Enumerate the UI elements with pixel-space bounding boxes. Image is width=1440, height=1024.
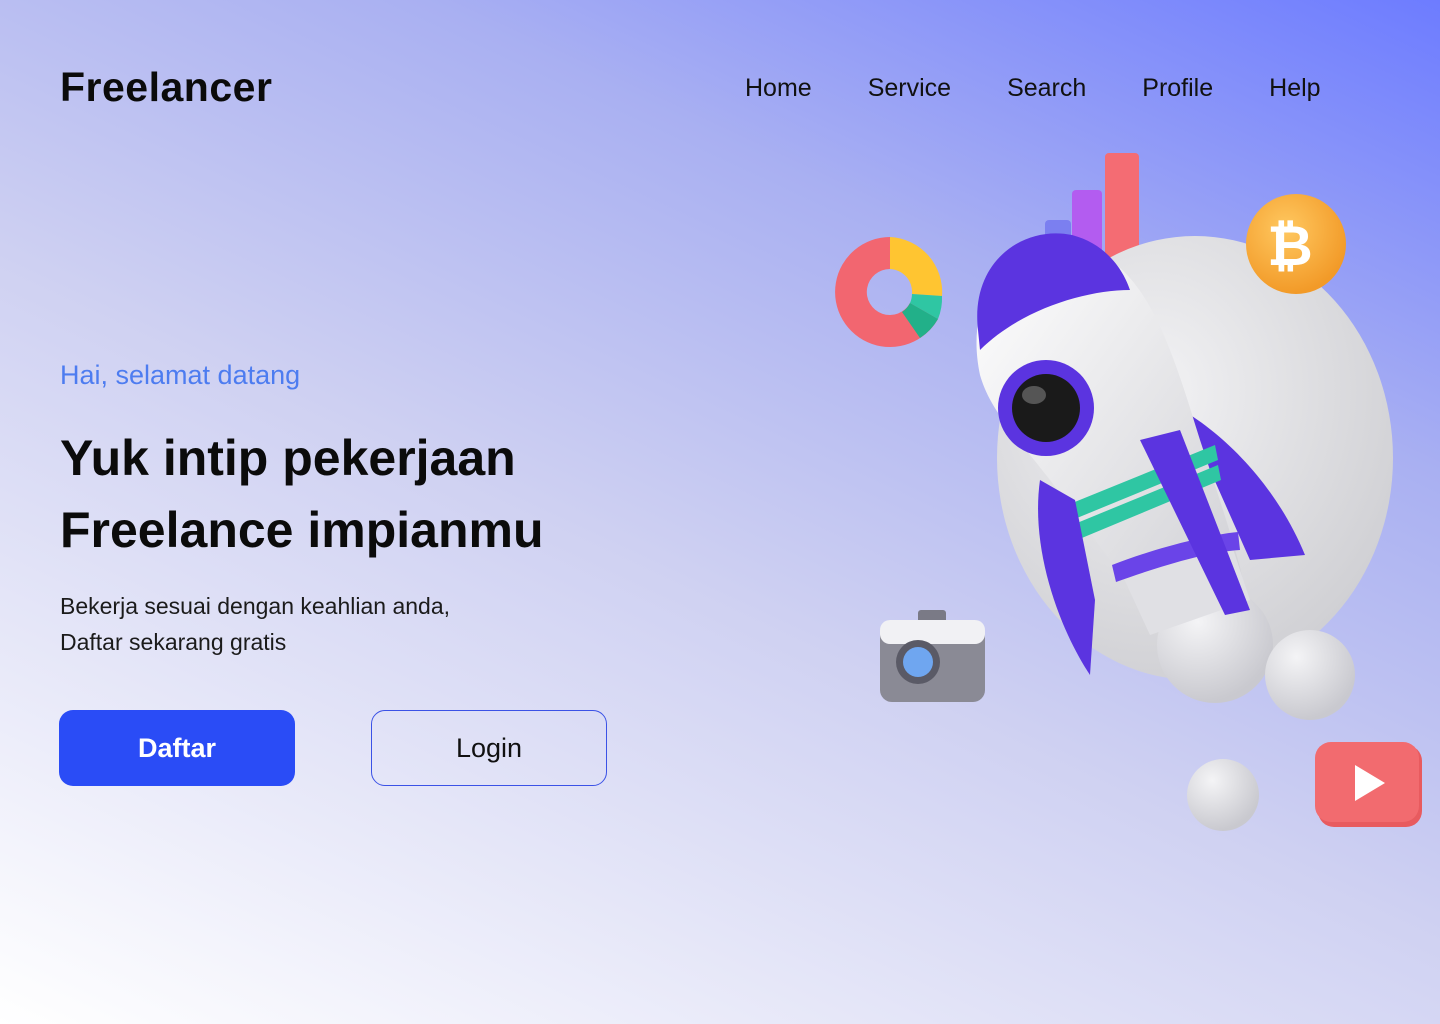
headline-line-1: Yuk intip pekerjaan [60,430,516,486]
sphere-decoration [1187,759,1259,831]
hero-description: Bekerja sesuai dengan keahlian anda, Daf… [60,588,450,660]
play-button-icon [1315,742,1422,827]
brand-logo[interactable]: Freelancer [60,64,272,111]
hero-greeting: Hai, selamat datang [60,360,301,390]
nav-service[interactable]: Service [868,74,951,103]
daftar-button[interactable]: Daftar [59,710,295,786]
description-line-1: Bekerja sesuai dengan keahlian anda, [60,593,451,619]
login-button[interactable]: Login [371,710,607,786]
nav-home[interactable]: Home [745,74,812,103]
description-line-2: Daftar sekarang gratis [60,629,287,655]
nav-help[interactable]: Help [1269,74,1320,103]
camera-icon [880,610,985,702]
bitcoin-icon: ₿ [1246,194,1346,294]
main-nav: Home Service Search Profile Help [745,74,1377,103]
pie-chart-icon [835,237,943,347]
nav-search[interactable]: Search [1007,74,1086,103]
nav-profile[interactable]: Profile [1142,74,1213,103]
hero-illustration: ₿ [835,153,1422,831]
headline-line-2: Freelance impianmu [60,502,544,558]
svg-text:₿: ₿ [1267,214,1313,279]
hero-headline: Yuk intip pekerjaan Freelance impianmu [60,422,544,566]
